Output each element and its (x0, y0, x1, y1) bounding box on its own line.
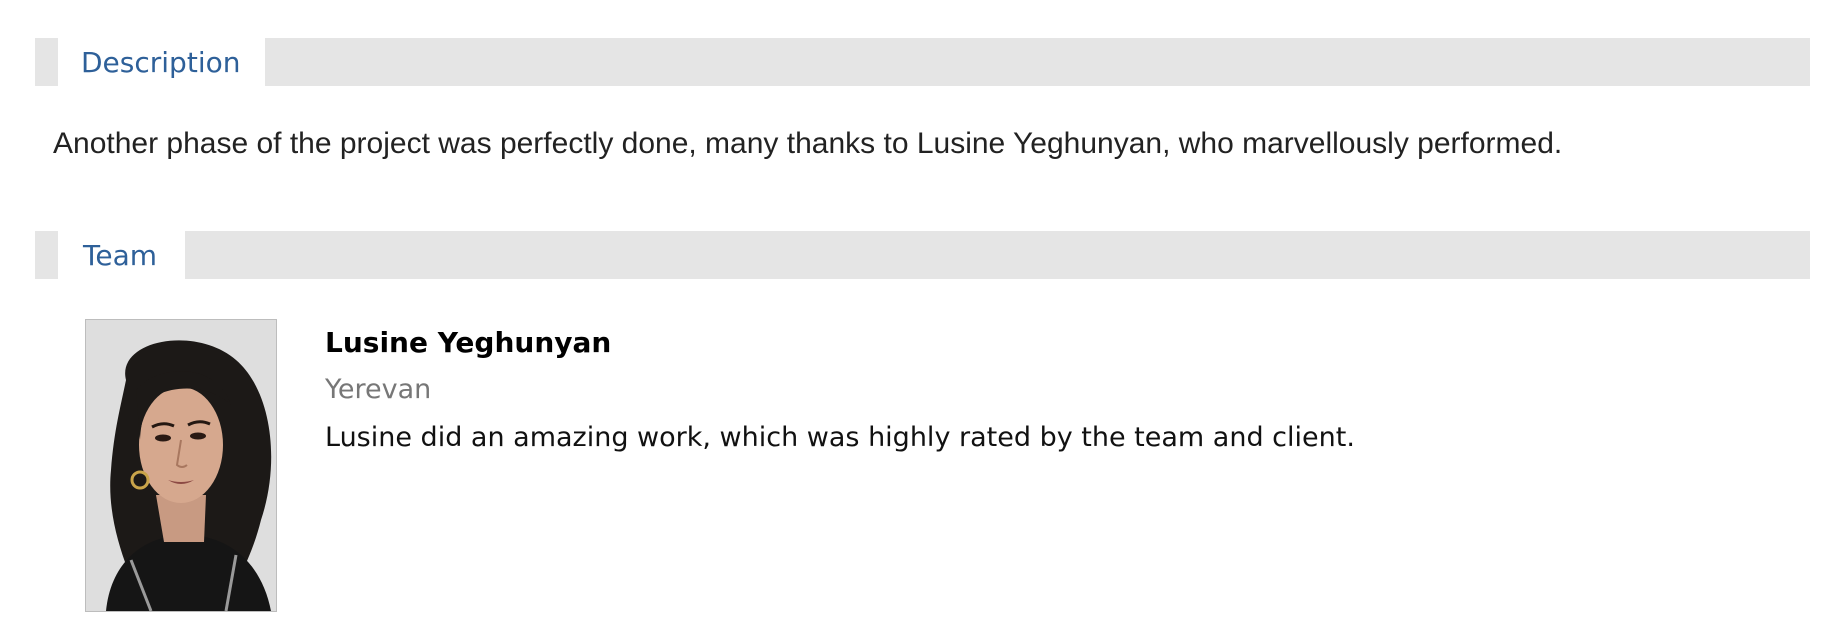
description-heading: Description (81, 45, 241, 79)
member-note: Lusine did an amazing work, which was hi… (325, 422, 1355, 453)
member-city: Yerevan (325, 374, 432, 405)
description-text: Another phase of the project was perfect… (53, 127, 1563, 160)
team-section-header: Team (35, 231, 1810, 279)
description-section-header: Description (35, 38, 1810, 86)
member-photo-image (86, 320, 276, 611)
team-member-card: Lusine Yeghunyan Yerevan Lusine did an a… (85, 319, 1685, 614)
team-heading: Team (83, 238, 158, 272)
team-heading-box: Team (58, 231, 185, 279)
member-photo (85, 319, 277, 612)
member-name: Lusine Yeghunyan (325, 326, 612, 359)
description-heading-box: Description (58, 38, 265, 86)
